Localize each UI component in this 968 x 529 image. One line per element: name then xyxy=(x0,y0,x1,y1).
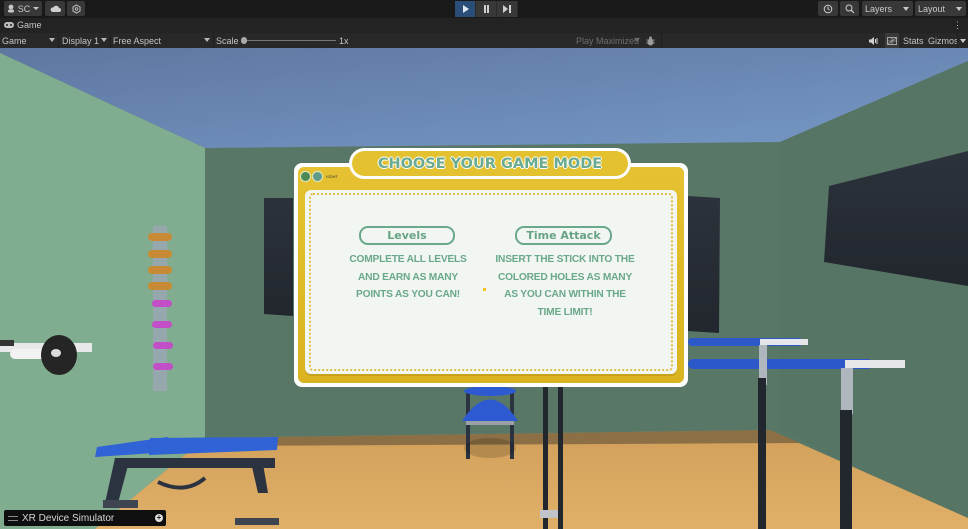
pause-icon xyxy=(483,5,489,13)
xr-simulator-label: XR Device Simulator xyxy=(22,512,115,524)
time-attack-button-label: Time Attack xyxy=(526,229,601,242)
cloud-button[interactable] xyxy=(45,1,65,16)
account-dropdown[interactable]: SC xyxy=(4,1,42,16)
step-icon xyxy=(503,5,511,13)
play-icon xyxy=(462,5,469,13)
expand-plus-icon[interactable]: + xyxy=(155,514,163,522)
collab-icon xyxy=(72,3,80,14)
levels-desc-line: COMPLETE ALL LEVELS xyxy=(349,254,467,265)
levels-description: COMPLETE ALL LEVELS AND EARN AS MANY POI… xyxy=(340,251,476,304)
game-window-tab-bar: Game ⋮ xyxy=(0,18,968,33)
play-mode-dropdown[interactable]: Play Maximized xyxy=(574,33,642,48)
view-dropdown-label: Game xyxy=(2,35,27,46)
time-attack-mode-button[interactable]: Time Attack xyxy=(515,226,612,245)
levels-desc-line: POINTS AS YOU CAN! xyxy=(356,289,460,300)
time-attack-description: INSERT THE STICK INTO THE COLORED HOLES … xyxy=(490,251,640,321)
stats-button[interactable]: Stats xyxy=(903,33,924,48)
step-button[interactable] xyxy=(497,1,518,17)
logo-globe-icon xyxy=(312,171,323,182)
scale-label: Scale xyxy=(214,33,239,48)
layers-label: Layers xyxy=(865,3,893,14)
gizmos-button[interactable]: Gizmos xyxy=(928,33,959,48)
scale-value-text: 1x xyxy=(339,35,349,46)
xr-device-simulator-bar[interactable]: XR Device Simulator + xyxy=(4,510,166,526)
pause-button[interactable] xyxy=(476,1,497,17)
layout-dropdown[interactable]: Layout xyxy=(915,1,966,16)
levels-mode-button[interactable]: Levels xyxy=(359,226,455,245)
panel-title: CHOOSE YOUR GAME MODE xyxy=(377,155,603,172)
xr-reticle-icon xyxy=(483,288,486,291)
account-label: SC xyxy=(17,3,31,14)
view-dropdown[interactable]: Game xyxy=(0,33,57,48)
display-dropdown-label: Display 1 xyxy=(62,35,100,46)
gizmos-label: Gizmos xyxy=(928,35,959,46)
divider xyxy=(957,33,958,48)
chevron-down-icon xyxy=(204,38,210,42)
tab-game[interactable]: Game xyxy=(4,20,42,30)
logo-badge-icon xyxy=(300,171,311,182)
scale-slider-track[interactable] xyxy=(244,40,336,41)
more-options-icon[interactable]: ⋮ xyxy=(953,20,962,31)
search-icon xyxy=(845,4,854,13)
bug-icon xyxy=(646,36,655,45)
drag-handle-icon[interactable] xyxy=(8,515,18,521)
chevron-down-icon xyxy=(49,38,55,42)
chevron-down-icon xyxy=(101,38,107,42)
chevron-down-icon xyxy=(956,7,962,11)
game-view-viewport[interactable]: ISDHT CHOOSE YOUR GAME MODE Levels Time … xyxy=(0,48,968,529)
gamepad-icon xyxy=(4,22,14,28)
aspect-dropdown[interactable]: Free Aspect xyxy=(111,33,212,48)
editor-top-toolbar: SC Layers Layout xyxy=(0,0,968,18)
tv-left xyxy=(264,198,293,316)
levels-button-label: Levels xyxy=(387,229,427,242)
display-dropdown[interactable]: Display 1 xyxy=(60,33,109,48)
history-button[interactable] xyxy=(818,1,838,16)
play-button[interactable] xyxy=(455,1,476,17)
chevron-down-icon xyxy=(33,7,40,10)
cloud-icon xyxy=(50,5,61,12)
aspect-dropdown-label: Free Aspect xyxy=(113,35,162,46)
layout-label: Layout xyxy=(918,3,946,14)
time-attack-desc-line: INSERT THE STICK INTO THE xyxy=(495,254,635,265)
levels-desc-line: AND EARN AS MANY xyxy=(358,271,458,283)
scale-slider-handle[interactable] xyxy=(241,37,247,44)
game-view-toolbar: Game Display 1 Free Aspect Scale 1x Play… xyxy=(0,33,968,49)
collab-button[interactable] xyxy=(67,1,85,16)
scale-label-text: Scale xyxy=(216,35,239,46)
mute-audio-button[interactable] xyxy=(869,33,881,48)
chevron-down-icon xyxy=(903,7,909,11)
chevron-down-icon xyxy=(634,38,640,42)
time-attack-desc-line: AS YOU CAN WITHIN THE xyxy=(504,289,626,300)
divider xyxy=(661,33,662,48)
time-attack-desc-line: COLORED HOLES AS MANY xyxy=(497,271,633,283)
debug-button[interactable] xyxy=(646,33,658,48)
panel-title-banner: CHOOSE YOUR GAME MODE xyxy=(349,148,631,179)
search-button[interactable] xyxy=(840,1,859,16)
scale-value: 1x xyxy=(337,33,349,48)
tab-game-label: Game xyxy=(17,20,42,30)
play-mode-label: Play Maximized xyxy=(576,35,640,46)
tv-middle xyxy=(688,196,720,333)
gizmos-dropdown[interactable] xyxy=(960,33,966,48)
chevron-down-icon xyxy=(960,38,966,43)
play-controls xyxy=(455,1,518,17)
history-icon xyxy=(823,4,833,13)
stats-toggle-icon-button[interactable] xyxy=(885,33,899,48)
layers-dropdown[interactable]: Layers xyxy=(862,1,913,16)
speaker-icon xyxy=(869,36,878,45)
time-attack-desc-line: TIME LIMIT! xyxy=(537,306,593,318)
grid-icon xyxy=(887,36,897,45)
stats-label: Stats xyxy=(903,35,924,46)
account-icon xyxy=(7,4,14,13)
divider xyxy=(58,33,59,48)
